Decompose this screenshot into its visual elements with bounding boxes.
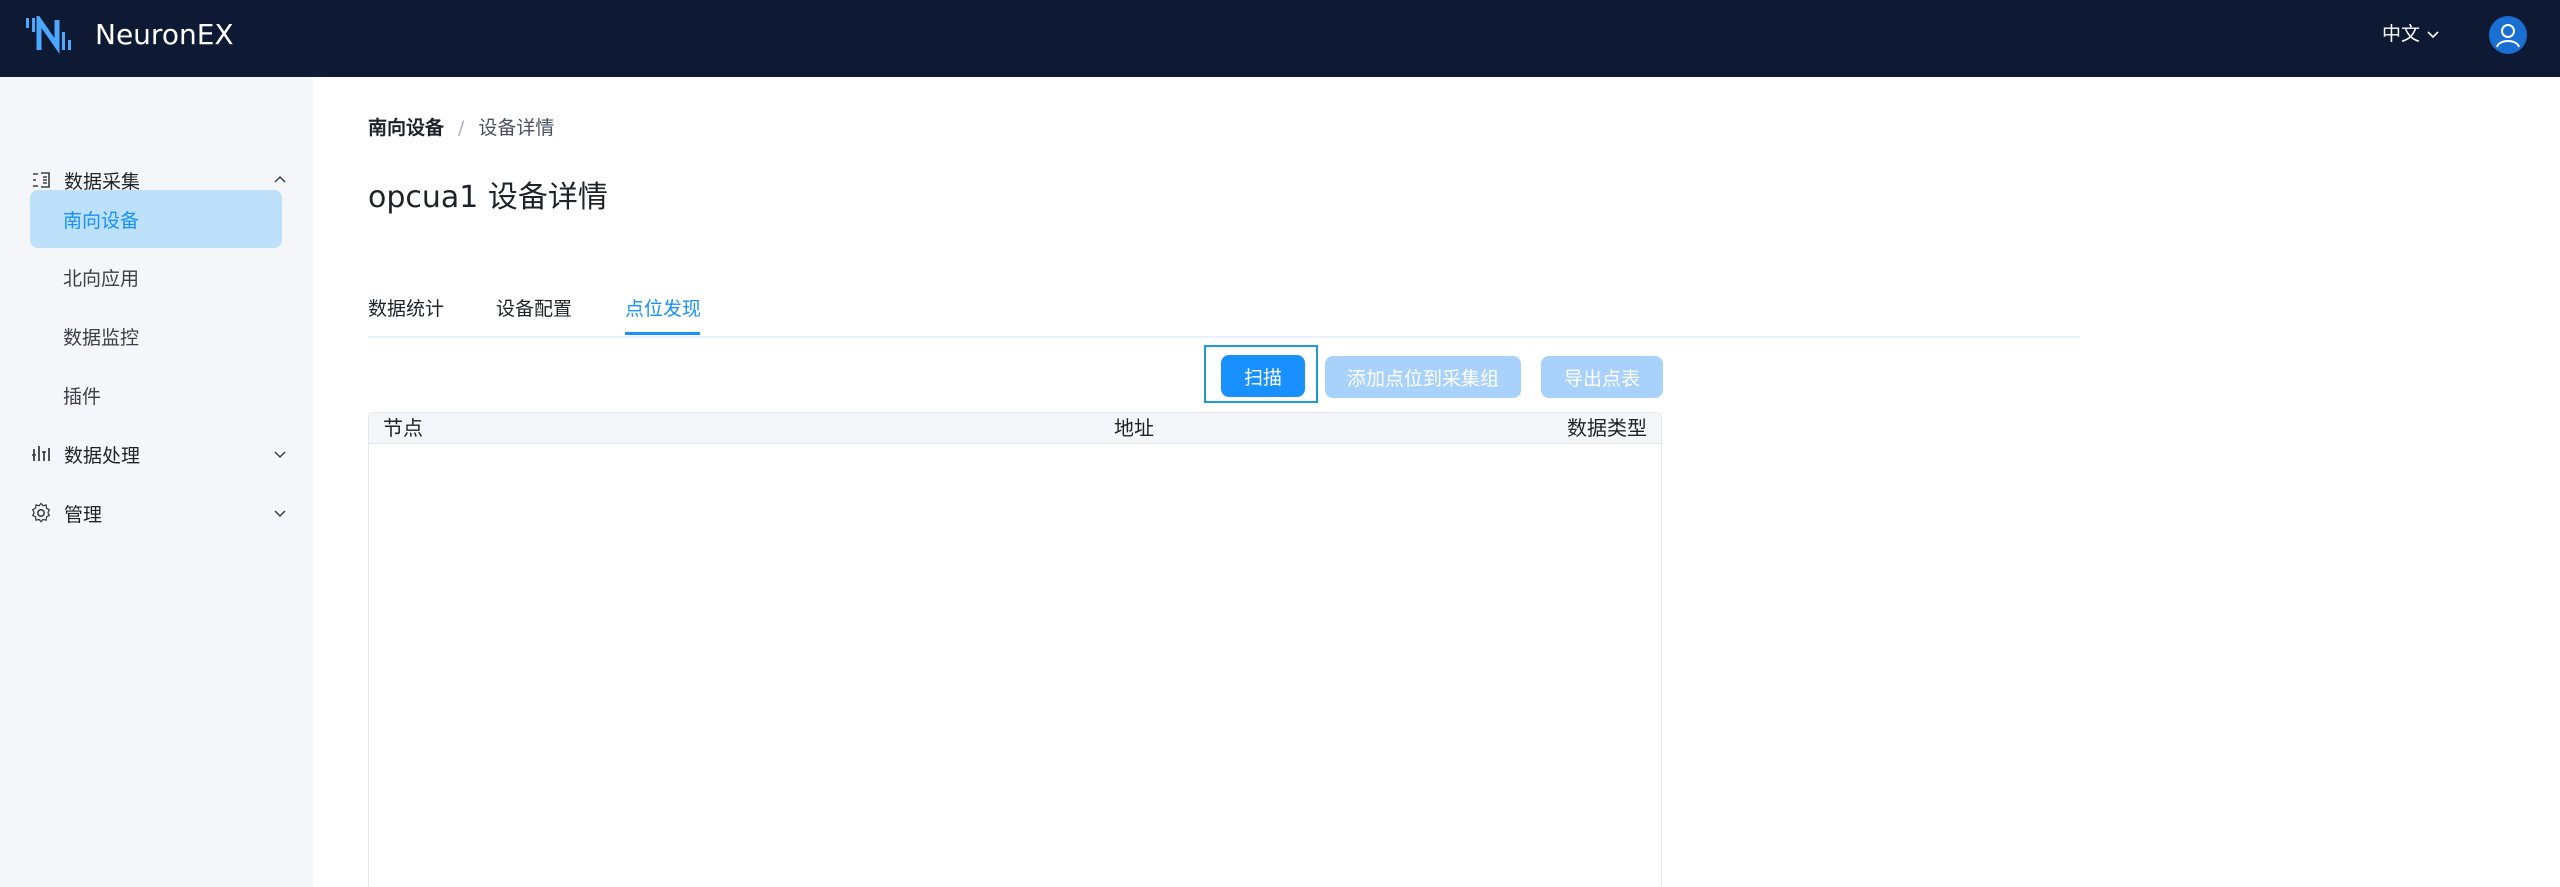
discovered-tags-table: 节点 地址 数据类型: [368, 412, 1662, 887]
language-switcher[interactable]: 中文: [2382, 22, 2440, 46]
tab-bar: 数据统计 设备配置 点位发现: [368, 290, 2080, 338]
sidebar-item-north-apps[interactable]: 北向应用: [30, 248, 282, 306]
tab-data-statistics[interactable]: 数据统计: [368, 296, 444, 322]
sidebar-item-data-monitor[interactable]: 数据监控: [30, 307, 282, 365]
sidebar-item-label: 北向应用: [63, 267, 140, 290]
scan-button[interactable]: 扫描: [1221, 355, 1305, 397]
brand-name: NeuronEX: [95, 18, 234, 51]
breadcrumb-root-link[interactable]: 南向设备: [368, 116, 444, 140]
menu-group-data-process[interactable]: 数据处理: [30, 434, 288, 474]
table-header: 节点 地址 数据类型: [369, 413, 1661, 444]
user-avatar[interactable]: [2489, 16, 2527, 54]
add-tags-to-group-button[interactable]: 添加点位到采集组: [1325, 356, 1521, 398]
language-label: 中文: [2382, 23, 2421, 45]
chevron-down-icon: [272, 446, 288, 462]
chevron-down-icon: [2427, 31, 2439, 39]
tab-tag-discovery[interactable]: 点位发现: [625, 296, 701, 322]
chevron-up-icon: [272, 172, 288, 188]
chevron-down-icon: [272, 505, 288, 521]
sidebar-item-label: 南向设备: [63, 209, 140, 232]
breadcrumb: 南向设备 / 设备详情: [368, 116, 554, 140]
column-header-address: 地址: [1114, 416, 1154, 440]
data-collect-icon: [30, 169, 52, 191]
column-header-node: 节点: [383, 416, 423, 440]
menu-group-management[interactable]: 管理: [30, 493, 288, 533]
top-header: NeuronEX 中文: [0, 0, 2560, 77]
sidebar: 数据采集 南向设备 北向应用 数据监控 插件 数据处理 管理: [0, 77, 313, 887]
data-process-icon: [30, 443, 52, 465]
sidebar-item-label: 插件: [63, 385, 102, 408]
sidebar-item-south-devices[interactable]: 南向设备: [30, 190, 282, 248]
menu-group-label: 数据处理: [64, 444, 141, 467]
sidebar-item-plugins[interactable]: 插件: [30, 366, 282, 424]
breadcrumb-separator: /: [458, 117, 465, 139]
tab-active-indicator: [625, 332, 700, 335]
page-title: opcua1 设备详情: [368, 180, 608, 215]
column-header-data-type: 数据类型: [1567, 416, 1647, 440]
user-icon: [2496, 24, 2520, 48]
menu-group-label: 管理: [64, 503, 103, 526]
breadcrumb-current: 设备详情: [478, 117, 555, 139]
export-tags-button[interactable]: 导出点表: [1541, 356, 1663, 398]
gear-icon: [30, 502, 52, 524]
neuronex-logo-icon: [26, 16, 71, 55]
sidebar-item-label: 数据监控: [63, 326, 140, 349]
tab-device-config[interactable]: 设备配置: [496, 296, 572, 322]
